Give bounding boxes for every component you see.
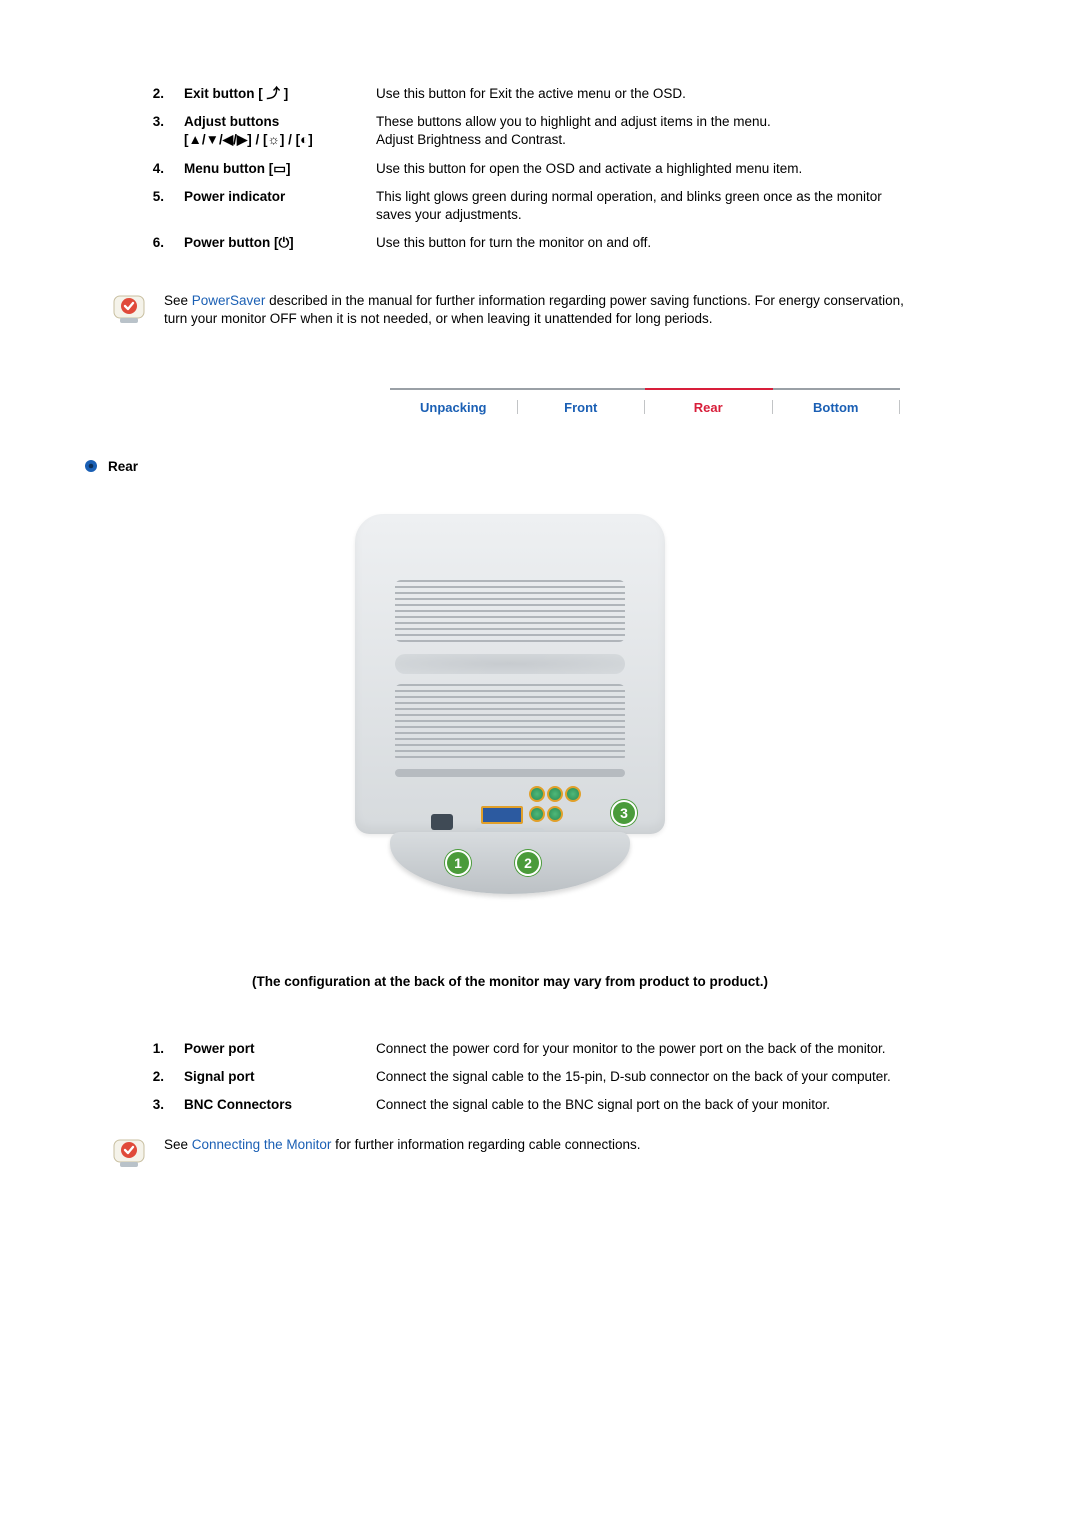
rear-item-term: BNC Connectors [178, 1091, 370, 1119]
powersaver-note: See PowerSaver described in the manual f… [110, 292, 910, 328]
front-item-row: 5.Power indicatorThis light glows green … [110, 183, 910, 229]
front-item-term: Adjust buttons[▲/▼/◀/▶] / [☼] / [◐] [178, 108, 370, 154]
front-item-row: 3.Adjust buttons[▲/▼/◀/▶] / [☼] / [◐]The… [110, 108, 910, 154]
front-item-term: Menu button [▭] [178, 155, 370, 183]
front-item-description: Use this button for turn the monitor on … [370, 229, 910, 257]
note-text-post: described in the manual for further info… [164, 293, 904, 326]
connecting-link[interactable]: Connecting the Monitor [192, 1137, 332, 1152]
callout-3: 3 [611, 800, 637, 826]
section-heading-rear: Rear [84, 459, 910, 474]
figure-note: (The configuration at the back of the mo… [110, 974, 910, 989]
front-controls-table: 2.Exit button [ ⤴ ]Use this button for E… [110, 80, 910, 258]
front-item-row: 2.Exit button [ ⤴ ]Use this button for E… [110, 80, 910, 108]
note-text-pre: See [164, 293, 192, 308]
front-item-row: 4.Menu button [▭]Use this button for ope… [110, 155, 910, 183]
front-item-number: 2. [110, 80, 178, 108]
tip-icon [112, 1136, 146, 1170]
front-item-number: 3. [110, 108, 178, 154]
front-item-term: Exit button [ ⤴ ] [178, 80, 370, 108]
front-item-number: 6. [110, 229, 178, 257]
rear-item-term: Signal port [178, 1063, 370, 1091]
rear-item-row: 2.Signal portConnect the signal cable to… [110, 1063, 910, 1091]
rear-item-description: Connect the signal cable to the BNC sign… [370, 1091, 910, 1119]
front-item-description: Use this button for open the OSD and act… [370, 155, 910, 183]
rear-ports-table: 1.Power portConnect the power cord for y… [110, 1035, 910, 1120]
tab-rear[interactable]: Rear [645, 396, 772, 419]
tab-unpacking[interactable]: Unpacking [390, 396, 517, 419]
front-item-number: 4. [110, 155, 178, 183]
tab-front[interactable]: Front [518, 396, 645, 419]
rear-item-term: Power port [178, 1035, 370, 1063]
tip-icon [112, 292, 146, 326]
section-tabs: UnpackingFrontRearBottom [390, 388, 900, 419]
front-item-row: 6.Power button [⏻]Use this button for tu… [110, 229, 910, 257]
front-item-term: Power button [⏻] [178, 229, 370, 257]
rear-item-row: 1.Power portConnect the power cord for y… [110, 1035, 910, 1063]
front-item-number: 5. [110, 183, 178, 229]
connecting-note: See Connecting the Monitor for further i… [110, 1136, 910, 1170]
note2-text-pre: See [164, 1137, 192, 1152]
rear-item-number: 1. [110, 1035, 178, 1063]
signal-port-graphic [465, 792, 605, 832]
front-item-description: These buttons allow you to highlight and… [370, 108, 910, 154]
rear-item-number: 2. [110, 1063, 178, 1091]
power-port-graphic [431, 814, 453, 830]
bullet-icon [84, 459, 98, 473]
rear-view-figure: 1 2 3 [110, 514, 910, 914]
callout-2: 2 [515, 850, 541, 876]
section-title: Rear [108, 459, 138, 474]
front-item-description: This light glows green during normal ope… [370, 183, 910, 229]
tab-bottom[interactable]: Bottom [773, 396, 900, 419]
rear-item-description: Connect the signal cable to the 15-pin, … [370, 1063, 910, 1091]
rear-item-number: 3. [110, 1091, 178, 1119]
rear-item-description: Connect the power cord for your monitor … [370, 1035, 910, 1063]
front-item-description: Use this button for Exit the active menu… [370, 80, 910, 108]
front-item-term: Power indicator [178, 183, 370, 229]
callout-1: 1 [445, 850, 471, 876]
note2-text-post: for further information regarding cable … [331, 1137, 640, 1152]
rear-item-row: 3.BNC ConnectorsConnect the signal cable… [110, 1091, 910, 1119]
powersaver-link[interactable]: PowerSaver [192, 293, 266, 308]
